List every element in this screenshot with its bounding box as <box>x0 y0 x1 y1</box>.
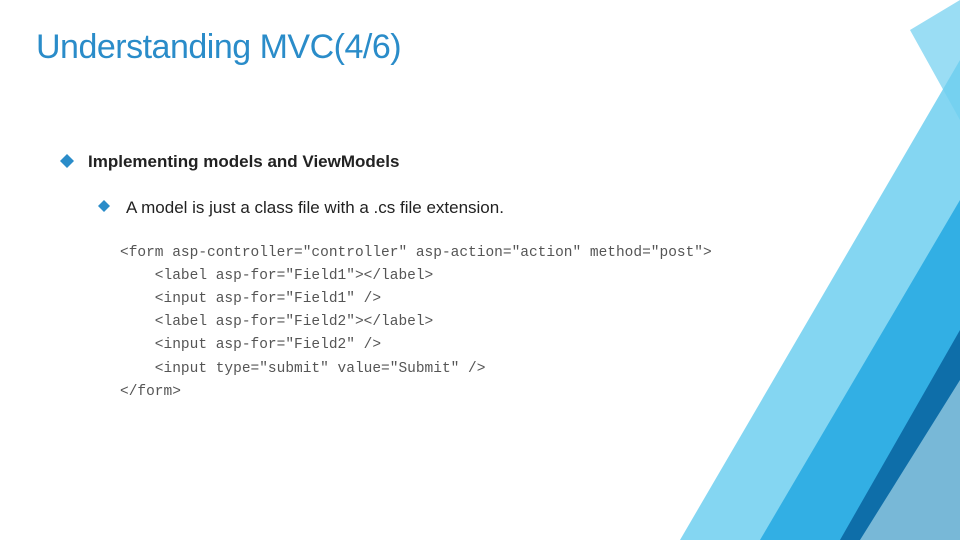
bullet-sub-text: A model is just a class file with a .cs … <box>126 196 504 220</box>
bullet-main-text: Implementing models and ViewModels <box>88 150 399 174</box>
slide-title: Understanding MVC(4/6) <box>36 28 401 67</box>
slide: Understanding MVC(4/6) Implementing mode… <box>0 0 960 540</box>
diamond-bullet-icon <box>98 200 112 214</box>
diamond-bullet-icon <box>60 154 74 168</box>
decoration-triangles <box>640 0 960 540</box>
